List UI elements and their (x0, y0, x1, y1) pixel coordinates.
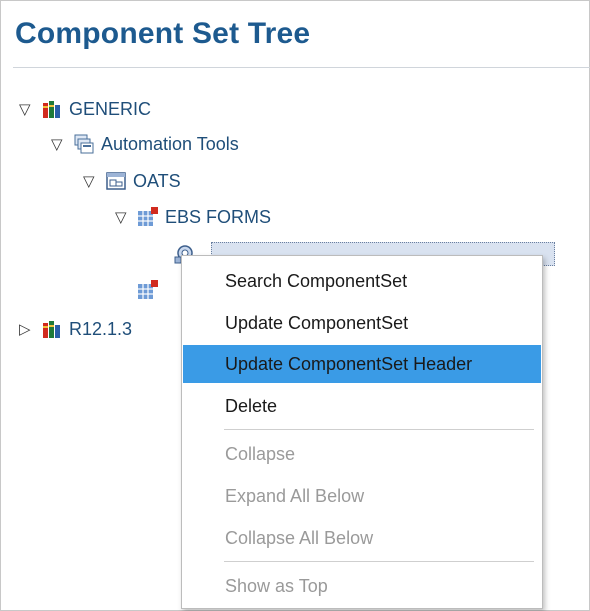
menu-separator (224, 561, 534, 562)
collapse-toggle-icon[interactable]: ▽ (83, 172, 105, 190)
tree-node-hidden-child[interactable] (137, 277, 165, 303)
grid-form-icon (137, 279, 159, 301)
tree-node-r12-1-3[interactable]: ▷ R12.1.3 (19, 316, 132, 342)
tree-node-ebs-forms[interactable]: ▽ EBS FORMS (115, 204, 271, 230)
grid-form-icon (137, 206, 159, 228)
collapse-toggle-icon[interactable]: ▽ (115, 208, 137, 226)
tree-node-label[interactable]: EBS FORMS (165, 207, 271, 228)
menu-item-update-componentset[interactable]: Update ComponentSet (183, 304, 541, 342)
component-set-tree-panel: Component Set Tree ▽ GENERIC ▽ Automatio… (0, 0, 590, 611)
collapse-toggle-icon[interactable]: ▽ (19, 100, 41, 118)
tree-node-label[interactable]: R12.1.3 (69, 319, 132, 340)
tree-node-label[interactable]: OATS (133, 171, 181, 192)
tree-node-label[interactable]: GENERIC (69, 99, 151, 120)
expand-toggle-icon[interactable]: ▷ (19, 320, 41, 338)
menu-item-delete[interactable]: Delete (183, 387, 541, 425)
menu-item-show-as-top[interactable]: Show as Top (183, 567, 541, 605)
context-menu: Search ComponentSet Update ComponentSet … (181, 255, 543, 609)
tree-node-oats[interactable]: ▽ OATS (83, 168, 181, 194)
page-title: Component Set Tree (15, 17, 311, 50)
menu-item-expand-all-below[interactable]: Expand All Below (183, 477, 541, 515)
title-divider (13, 67, 590, 68)
tree-node-generic[interactable]: ▽ GENERIC (19, 96, 151, 122)
window-icon (105, 170, 127, 192)
menu-item-search-componentset[interactable]: Search ComponentSet (183, 262, 541, 300)
tree-node-automation-tools[interactable]: ▽ Automation Tools (51, 131, 239, 157)
stacked-windows-icon (73, 133, 95, 155)
menu-separator (224, 429, 534, 430)
bookshelf-icon (41, 318, 63, 340)
menu-item-collapse-all-below[interactable]: Collapse All Below (183, 519, 541, 557)
menu-item-update-componentset-header[interactable]: Update ComponentSet Header (183, 345, 541, 383)
menu-item-collapse[interactable]: Collapse (183, 435, 541, 473)
bookshelf-icon (41, 98, 63, 120)
collapse-toggle-icon[interactable]: ▽ (51, 135, 73, 153)
tree-node-label[interactable]: Automation Tools (101, 134, 239, 155)
